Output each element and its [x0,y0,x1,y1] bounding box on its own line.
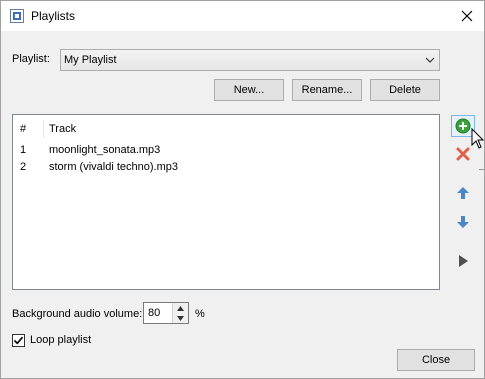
playlists-dialog: Playlists Playlist: My Playlist New... R… [0,0,485,379]
remove-icon [456,147,470,161]
chevron-down-icon [425,57,435,63]
column-header-track[interactable]: Track [49,123,76,135]
move-up-icon [457,187,469,199]
loop-playlist-label[interactable]: Loop playlist [30,334,91,346]
playlist-label: Playlist: [12,53,50,65]
playlist-select[interactable]: My Playlist [60,49,440,71]
track-list[interactable]: # Track 1 moonlight_sonata.mp3 2 storm (… [12,114,440,290]
play-icon [459,255,468,267]
decrement-button[interactable] [173,313,188,323]
chevron-down-icon [177,315,184,321]
window-close-button[interactable] [450,1,484,31]
volume-unit: % [195,308,205,320]
volume-stepper[interactable]: 80 [143,302,189,324]
title-bar: Playlists [1,1,484,31]
volume-value[interactable]: 80 [148,307,160,319]
loop-playlist-checkbox[interactable] [12,334,25,347]
column-separator [43,120,44,138]
move-down-icon [457,216,469,228]
mouse-cursor-icon [471,128,485,149]
volume-label: Background audio volume: [12,308,143,320]
delete-playlist-button[interactable]: Delete [370,79,440,101]
close-icon [461,10,473,22]
rename-playlist-button[interactable]: Rename... [292,79,362,101]
window-title: Playlists [31,9,76,23]
close-button[interactable]: Close [397,349,475,371]
track-name: storm (vivaldi techno).mp3 [49,161,178,173]
move-up-button[interactable] [451,182,475,204]
track-name: moonlight_sonata.mp3 [49,144,161,156]
add-icon [455,118,471,134]
new-playlist-button[interactable]: New... [214,79,284,101]
stepper-buttons[interactable] [172,303,188,323]
chevron-up-icon [177,305,184,311]
move-down-button[interactable] [451,211,475,233]
track-number: 1 [20,144,27,156]
playlist-selected-value: My Playlist [64,54,117,66]
track-number: 2 [20,161,27,173]
divider [479,169,485,170]
increment-button[interactable] [173,303,188,313]
play-button[interactable] [451,250,475,272]
column-header-number[interactable]: # [20,123,26,135]
checkmark-icon [13,336,24,345]
playlist-app-icon [10,9,24,23]
